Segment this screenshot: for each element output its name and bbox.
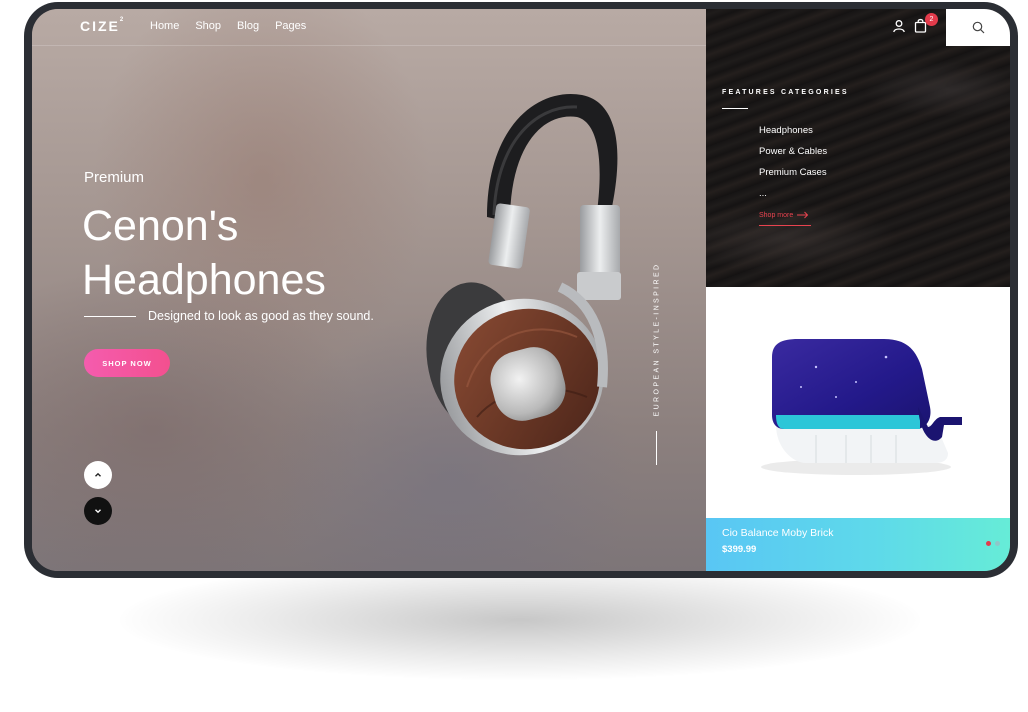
shop-more-link[interactable]: Shop more bbox=[759, 211, 809, 219]
slide-prev-button[interactable] bbox=[84, 461, 112, 489]
nav-pages[interactable]: Pages bbox=[275, 20, 306, 32]
product-image bbox=[761, 339, 962, 475]
cart-count-badge: 2 bbox=[925, 13, 938, 26]
hero-title: Cenon's Headphones bbox=[82, 199, 442, 307]
device-shadow bbox=[120, 560, 920, 680]
chevron-up-icon bbox=[95, 472, 101, 477]
main-menu: Home Shop Blog Pages bbox=[150, 20, 306, 32]
brand-superscript: 2 bbox=[119, 17, 124, 23]
product-price: $399.99 bbox=[722, 544, 757, 555]
categories-panel bbox=[706, 9, 1010, 287]
arrow-right-icon bbox=[797, 211, 809, 219]
carousel-dot-2[interactable] bbox=[995, 541, 1000, 546]
categories-list: Headphones Power & Cables Premium Cases … bbox=[759, 125, 827, 209]
device-frame: CIZE2 Home Shop Blog Pages Premium Cenon… bbox=[24, 2, 1018, 578]
shop-now-button[interactable]: SHOP NOW bbox=[84, 349, 170, 377]
vertical-caption: EUROPEAN STYLE-INSPIRED bbox=[651, 254, 663, 424]
category-headphones[interactable]: Headphones bbox=[759, 125, 827, 146]
slide-next-button[interactable] bbox=[84, 497, 112, 525]
category-power-cables[interactable]: Power & Cables bbox=[759, 146, 827, 167]
featured-product-panel[interactable] bbox=[706, 287, 1010, 518]
tagline-divider bbox=[84, 316, 136, 317]
carousel-dot-1[interactable] bbox=[986, 541, 991, 546]
categories-title-underline bbox=[722, 108, 748, 109]
vertical-caption-line bbox=[656, 431, 657, 465]
shop-more-underline bbox=[759, 225, 811, 226]
hero-tagline: Designed to look as good as they sound. bbox=[148, 309, 374, 323]
categories-title: FEATURES CATEGORIES bbox=[722, 89, 849, 96]
hero-title-line2: Headphones bbox=[82, 256, 326, 304]
search-icon bbox=[972, 21, 984, 34]
screen: CIZE2 Home Shop Blog Pages Premium Cenon… bbox=[32, 9, 1010, 571]
brand-name: CIZE bbox=[80, 18, 120, 34]
nav-shop[interactable]: Shop bbox=[195, 20, 221, 32]
nav-blog[interactable]: Blog bbox=[237, 20, 259, 32]
search-button[interactable] bbox=[946, 9, 1010, 46]
chevron-down-icon bbox=[95, 509, 101, 514]
user-icon[interactable] bbox=[892, 19, 906, 33]
shop-more-label: Shop more bbox=[759, 211, 794, 219]
vertical-caption-text: EUROPEAN STYLE-INSPIRED bbox=[653, 262, 661, 416]
category-premium-cases[interactable]: Premium Cases bbox=[759, 167, 827, 188]
hero-title-line1: Cenon's bbox=[82, 202, 239, 250]
hero-eyebrow: Premium bbox=[84, 169, 145, 186]
product-name[interactable]: Cio Balance Moby Brick bbox=[722, 527, 833, 539]
top-navbar: CIZE2 Home Shop Blog Pages bbox=[32, 9, 706, 46]
category-more[interactable]: ... bbox=[759, 188, 827, 209]
brand-logo[interactable]: CIZE2 bbox=[80, 17, 124, 34]
nav-home[interactable]: Home bbox=[150, 20, 179, 32]
